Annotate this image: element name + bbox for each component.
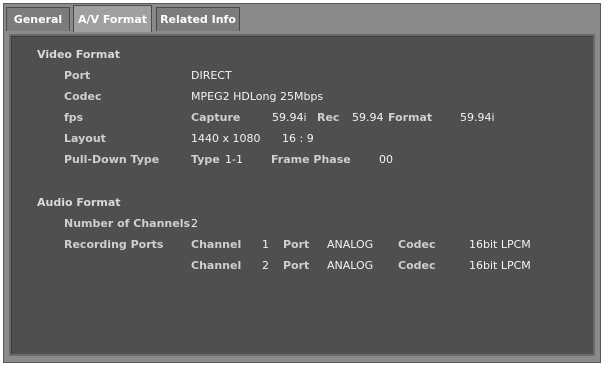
capture-label: Capture: [191, 111, 241, 124]
recording-ports-label: Recording Ports: [64, 238, 164, 251]
type-value: 1-1: [225, 153, 243, 166]
aspect-value: 16 : 9: [282, 132, 314, 145]
rec-label: Rec: [317, 111, 340, 124]
codec-label: Codec: [398, 259, 436, 272]
channels-label: Number of Channels: [64, 217, 191, 230]
video-format-heading: Video Format: [37, 48, 121, 61]
pulldown-label: Pull-Down Type: [64, 153, 160, 166]
tab-related-info[interactable]: Related Info: [156, 7, 240, 31]
codec-value: 16bit LPCM: [469, 259, 531, 272]
audio-format-heading: Audio Format: [37, 196, 121, 209]
port-label: Port: [64, 69, 91, 82]
av-format-panel: Video Format Port DIRECT Codec MPEG2 HDL…: [9, 34, 595, 356]
capture-value: 59.94i: [272, 111, 307, 124]
channel-value: 2: [262, 259, 269, 272]
format-value: 59.94i: [460, 111, 495, 124]
frame-phase-label: Frame Phase: [271, 153, 351, 166]
layout-label: Layout: [64, 132, 106, 145]
port-value: DIRECT: [191, 69, 232, 82]
format-label: Format: [388, 111, 433, 124]
tab-av-format[interactable]: A/V Format: [73, 5, 152, 32]
tab-bar: General A/V Format Related Info: [4, 4, 600, 32]
codec-value: MPEG2 HDLong 25Mbps: [191, 90, 324, 103]
frame-phase-value: 00: [379, 153, 393, 166]
channel-label: Channel: [191, 259, 242, 272]
channels-value: 2: [191, 217, 198, 230]
codec-value: 16bit LPCM: [469, 238, 531, 251]
port-value: ANALOG: [327, 238, 374, 251]
codec-label: Codec: [64, 90, 102, 103]
type-label: Type: [191, 153, 220, 166]
fps-label: fps: [64, 111, 84, 124]
tab-general[interactable]: General: [6, 7, 70, 31]
port-label: Port: [283, 238, 310, 251]
properties-window: General A/V Format Related Info Video Fo…: [3, 3, 601, 363]
port-value: ANALOG: [327, 259, 374, 272]
channel-label: Channel: [191, 238, 242, 251]
port-label: Port: [283, 259, 310, 272]
layout-value: 1440 x 1080: [191, 132, 261, 145]
channel-value: 1: [262, 238, 269, 251]
codec-label: Codec: [398, 238, 436, 251]
rec-value: 59.94: [352, 111, 384, 124]
